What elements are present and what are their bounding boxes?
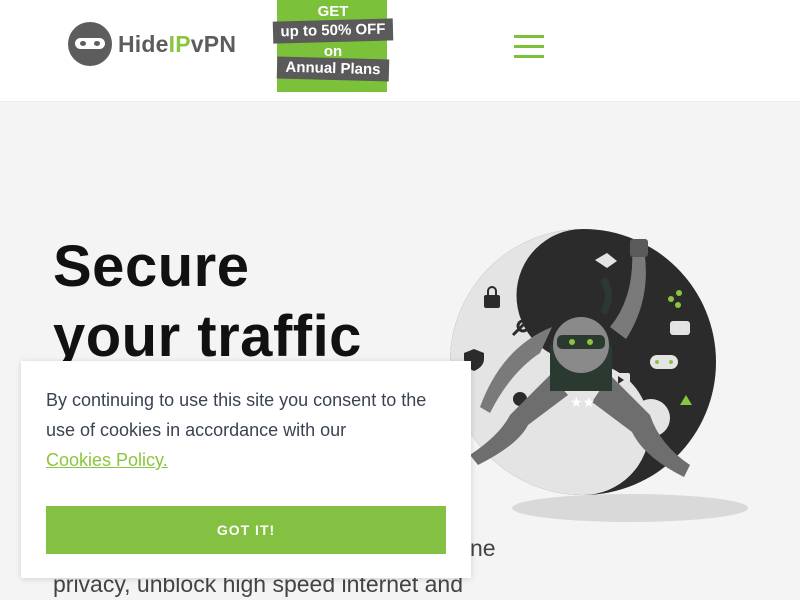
lock-icon — [484, 295, 500, 308]
gamepad-icon — [650, 355, 678, 369]
logo-text: HideIPvPN — [118, 30, 237, 57]
cookies-policy-link[interactable]: Cookies Policy. — [46, 450, 168, 470]
hero-title: Secure your traffic — [53, 232, 362, 372]
ninja-illustration: ★★ — [450, 229, 748, 522]
cookie-consent-banner: By continuing to use this site you conse… — [21, 361, 471, 578]
ninja-logo-icon — [68, 22, 112, 66]
site-logo[interactable]: HideIPvPN — [68, 22, 236, 66]
cookie-consent-text: By continuing to use this site you conse… — [46, 390, 427, 470]
got-it-button[interactable]: GOT IT! — [46, 506, 446, 554]
hero-title-line1: Secure — [53, 234, 250, 299]
svg-text:★★: ★★ — [570, 395, 595, 411]
promo-line-discount: up to 50% OFF — [272, 18, 394, 44]
promo-badge[interactable]: GET up to 50% OFF on Annual Plans — [272, 0, 394, 92]
promo-line-plans: Annual Plans — [276, 56, 390, 82]
chat-icon — [670, 321, 690, 335]
hamburger-menu-icon[interactable] — [512, 33, 546, 61]
share-icon — [668, 296, 674, 302]
site-header: HideIPvPN GET up to 50% OFF on Annual Pl… — [0, 0, 800, 102]
